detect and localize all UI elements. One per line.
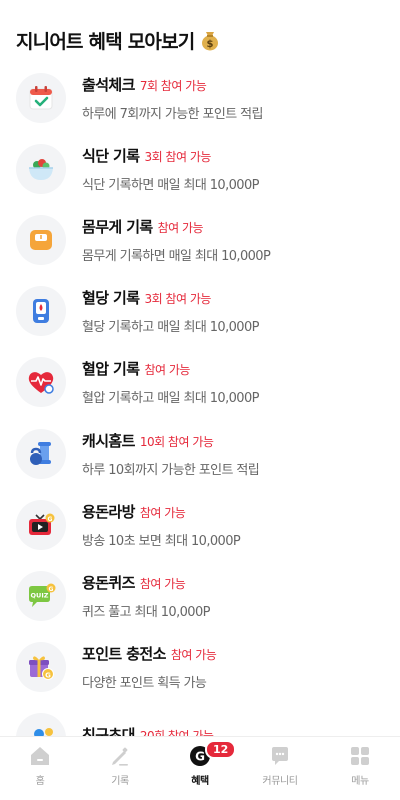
- svg-text:G: G: [45, 672, 51, 680]
- item-description: 다양한 포인트 획득 가능: [82, 676, 207, 692]
- quiz-bubble-icon: QUIZ G: [16, 570, 66, 621]
- participation-badge: 7회 참여 가능: [139, 78, 207, 93]
- item-name: 용돈라방: [82, 502, 135, 521]
- nav-record[interactable]: 기록: [80, 737, 160, 800]
- svg-text:G: G: [48, 516, 53, 523]
- item-description: 식단 기록하면 매일 최대 10,000P: [82, 177, 259, 193]
- calendar-check-icon: [16, 72, 66, 123]
- chat-bubble-icon: [269, 745, 291, 767]
- participation-badge: 참여 가능: [144, 363, 190, 378]
- participation-badge: 3회 참여 가능: [144, 292, 211, 307]
- bottom-navigation: 홈 기록 G 12 혜택 커뮤니티 메뉴: [0, 736, 400, 800]
- svg-text:G: G: [49, 586, 54, 593]
- item-description: 혈당 기록하고 매일 최대 10,000P: [82, 320, 259, 336]
- benefit-item-meal-record[interactable]: 식단 기록 3회 참여 가능 식단 기록하면 매일 최대 10,000P: [16, 133, 384, 204]
- svg-text:QUIZ: QUIZ: [31, 591, 49, 599]
- participation-badge: 10회 참여 가능: [139, 434, 214, 449]
- nav-menu[interactable]: 메뉴: [320, 737, 400, 800]
- home-icon: [29, 745, 51, 767]
- item-name: 캐시홈트: [82, 431, 135, 450]
- item-name: 용돈퀴즈: [82, 573, 135, 592]
- nav-benefit[interactable]: G 12 혜택: [160, 737, 240, 800]
- grid-menu-icon: [349, 745, 371, 767]
- gift-coin-icon: G: [16, 642, 66, 693]
- item-description: 하루에 7회까지 가능한 포인트 적립: [82, 106, 263, 122]
- heart-pulse-icon: [16, 357, 66, 408]
- item-name: 출석체크: [82, 75, 135, 94]
- tv-coin-icon: G: [16, 499, 66, 550]
- pencil-icon: [109, 745, 131, 767]
- item-name: 포인트 충전소: [82, 645, 166, 664]
- benefit-item-quiz[interactable]: QUIZ G 용돈퀴즈 참여 가능 퀴즈 풀고 최대 10,000P: [16, 560, 384, 631]
- benefit-item-blood-pressure-record[interactable]: 혈압 기록 참여 가능 혈압 기록하고 매일 최대 10,000P: [16, 347, 384, 418]
- item-name: 식단 기록: [82, 146, 140, 165]
- item-name: 혈압 기록: [82, 360, 140, 379]
- kettlebell-icon: [16, 428, 66, 479]
- participation-badge: 3회 참여 가능: [144, 149, 211, 164]
- benefit-item-cash-home-training[interactable]: 캐시홈트 10회 참여 가능 하루 10회까지 가능한 포인트 적립: [16, 418, 384, 489]
- nav-label: 홈: [35, 776, 45, 787]
- nav-label: 커뮤니티: [262, 776, 298, 787]
- item-description: 퀴즈 풀고 최대 10,000P: [82, 604, 210, 620]
- item-description: 하루 10회까지 가능한 포인트 적립: [82, 462, 260, 478]
- svg-text:$: $: [207, 39, 214, 50]
- benefit-item-point-station[interactable]: G 포인트 충전소 참여 가능 다양한 포인트 획득 가능: [16, 632, 384, 703]
- item-description: 몸무게 기록하면 매일 최대 10,000P: [82, 248, 271, 264]
- benefit-item-attendance[interactable]: 출석체크 7회 참여 가능 하루에 7회까지 가능한 포인트 적립: [16, 62, 384, 133]
- nav-label: 기록: [111, 776, 129, 787]
- nav-community[interactable]: 커뮤니티: [240, 737, 320, 800]
- svg-text:G: G: [195, 750, 205, 764]
- nav-label: 혜택: [191, 776, 209, 787]
- item-description: 방송 10초 보면 최대 10,000P: [82, 533, 241, 549]
- salad-bowl-icon: [16, 143, 66, 194]
- participation-badge: 참여 가능: [139, 505, 186, 520]
- benefit-item-live-broadcast[interactable]: G 용돈라방 참여 가능 방송 10초 보면 최대 10,000P: [16, 489, 384, 560]
- participation-badge: 참여 가능: [139, 576, 186, 591]
- item-name: 혈당 기록: [82, 289, 140, 308]
- participation-badge: 참여 가능: [170, 648, 217, 663]
- item-name: 몸무게 기록: [82, 217, 153, 236]
- benefit-list: 출석체크 7회 참여 가능 하루에 7회까지 가능한 포인트 적립 식단 기록 …: [0, 62, 400, 774]
- glucose-meter-icon: [16, 286, 66, 337]
- item-description: 혈압 기록하고 매일 최대 10,000P: [82, 391, 259, 407]
- nav-label: 메뉴: [351, 776, 369, 787]
- nav-home[interactable]: 홈: [0, 737, 80, 800]
- page-title: 지니어트 혜택 모아보기: [16, 30, 195, 53]
- notification-badge: 12: [205, 740, 237, 759]
- page-header: 지니어트 혜택 모아보기 $: [0, 0, 400, 62]
- benefit-item-blood-sugar-record[interactable]: 혈당 기록 3회 참여 가능 혈당 기록하고 매일 최대 10,000P: [16, 276, 384, 347]
- participation-badge: 참여 가능: [157, 220, 204, 235]
- scale-icon: [16, 214, 66, 265]
- benefit-item-weight-record[interactable]: 몸무게 기록 참여 가능 몸무게 기록하면 매일 최대 10,000P: [16, 204, 384, 275]
- money-bag-icon: $: [200, 29, 220, 51]
